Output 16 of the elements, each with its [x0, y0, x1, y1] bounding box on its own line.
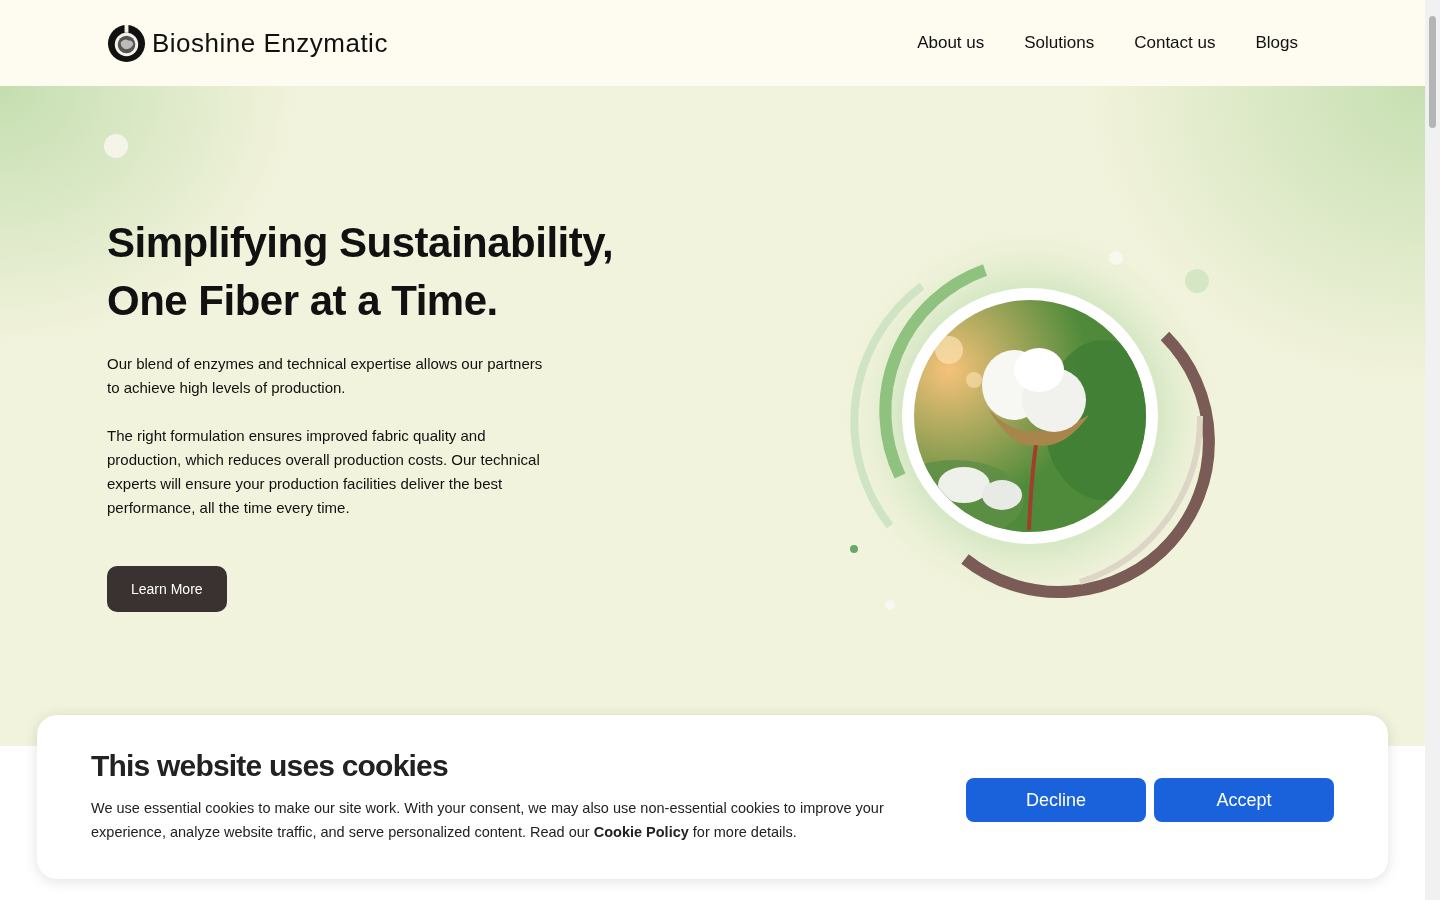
nav-link[interactable]: Blogs — [1255, 30, 1298, 56]
dot-decoration — [104, 134, 128, 158]
hero-paragraph: Our blend of enzymes and technical expertise allows our partners to achieve high levels of production. — [107, 354, 544, 398]
nav-link[interactable]: About us — [917, 30, 985, 56]
cookie-title: This website uses cookies — [91, 748, 449, 784]
hero-paragraph: The right formulation ensures improved fabric quality and production, which reduces overall production costs. Our technical experts will ensure your production facilities deliver the best performance, all the time every time. — [107, 426, 541, 518]
nav-link[interactable]: Solutions — [1024, 30, 1095, 56]
learn-more-button[interactable]: Learn More — [107, 566, 227, 612]
hero-title: Simplifying Sustainability, — [107, 218, 615, 268]
accept-button[interactable]: Accept — [1154, 778, 1334, 822]
hero-title: One Fiber at a Time. — [107, 276, 499, 326]
cookie-text: We use essential cookies to make our site work. With your consent, we may also use non-essential cookies to improve your experience, analyze website traffic, and serve personalized content. Read our Cookie Policy for more details. — [91, 799, 885, 842]
nav-link[interactable]: Contact us — [1134, 30, 1216, 56]
decline-button[interactable]: Decline — [966, 778, 1146, 822]
brand-name: Bioshine Enzymatic — [152, 26, 388, 60]
logo-icon — [107, 23, 146, 63]
